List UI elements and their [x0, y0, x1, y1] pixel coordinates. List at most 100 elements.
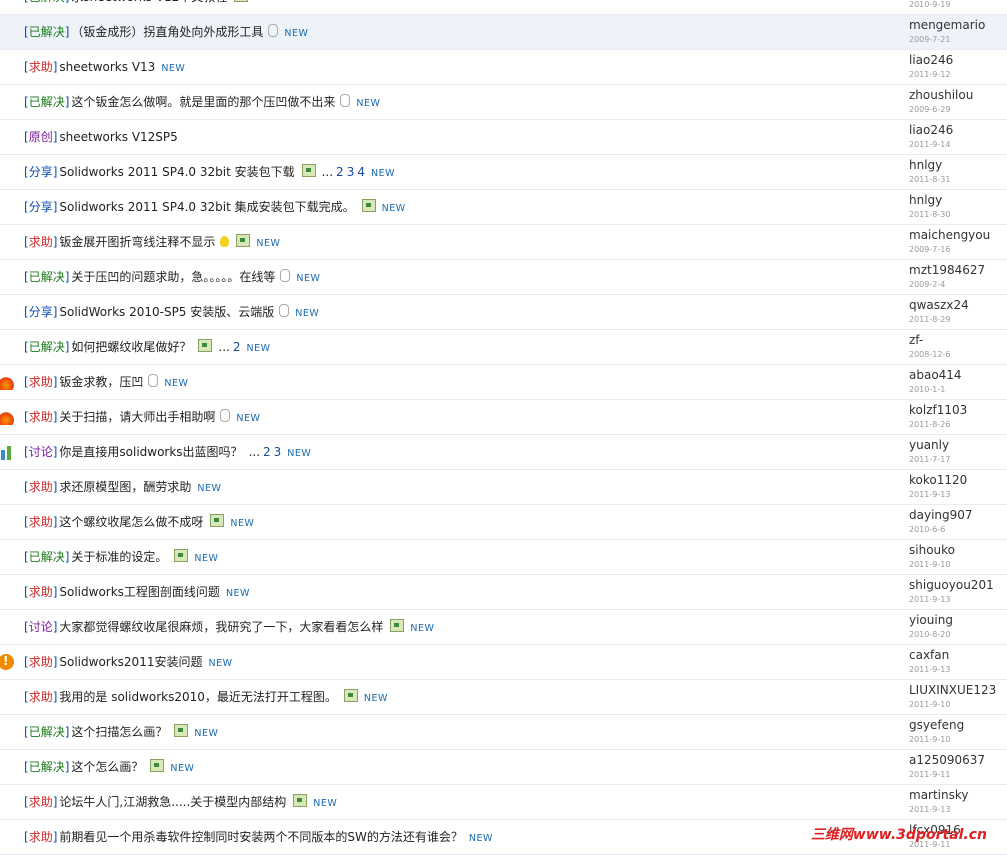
thread-title-cell: [求助] 这个螺纹收尾怎么做不成呀 NEW	[0, 505, 902, 539]
thread-subject-link[interactable]: SolidWorks 2010-SP5 安装版、云端版	[59, 305, 274, 319]
thread-type-tag[interactable]: [已解决]	[24, 0, 69, 4]
author-link[interactable]: a125090637	[909, 753, 985, 768]
author-link[interactable]: liao246	[909, 53, 953, 68]
thread-type-tag[interactable]: [讨论]	[24, 445, 57, 459]
thread-subject-link[interactable]: 这个钣金怎么做啊。就是里面的那个压凹做不出来	[71, 95, 335, 109]
thread-row: [已解决] 关于压凹的问题求助，急。。。。。在线等 NEW mzt1984627 200…	[0, 260, 1007, 295]
thread-type-tag[interactable]: [已解决]	[24, 760, 69, 774]
author-link[interactable]: caxfan	[909, 648, 949, 663]
thread-row: [已解决] 如何把螺纹收尾做好？ ... 2 NEW zf- 2008-12-6	[0, 330, 1007, 365]
page-link[interactable]: 2	[263, 445, 271, 459]
author-link[interactable]: liao246	[909, 123, 953, 138]
author-link[interactable]: koko1120	[909, 473, 967, 488]
thread-type-tag[interactable]: [已解决]	[24, 725, 69, 739]
author-link[interactable]: zhoushilou	[909, 88, 973, 103]
thread-subject-link[interactable]: 关于标准的设定。	[71, 550, 167, 564]
post-date: 2011-7-17	[909, 455, 951, 464]
thread-subject-link[interactable]: 求sheetworks V12中文教程	[71, 0, 227, 4]
thread-subject-link[interactable]: Solidworks工程图剖面线问题	[59, 585, 220, 599]
thread-title-cell: [已解决] 关于压凹的问题求助，急。。。。。在线等 NEW	[0, 260, 902, 294]
author-link[interactable]: mengemario	[909, 18, 985, 33]
thread-title-cell: [已解决] （钣金成形）拐直角处向外成形工具 NEW	[0, 15, 902, 49]
thread-type-tag[interactable]: [讨论]	[24, 620, 57, 634]
author-link[interactable]: gsyefeng	[909, 718, 964, 733]
thread-author-cell: shiguoyou201 2011-9-13	[902, 575, 1007, 609]
thread-row: [已解决] 这个钣金怎么做啊。就是里面的那个压凹做不出来 NEW zhoushilou…	[0, 85, 1007, 120]
page-link[interactable]: 2	[233, 340, 241, 354]
thread-subject-link[interactable]: sheetworks V13	[59, 60, 155, 74]
new-badge: NEW	[381, 203, 406, 214]
thread-subject-link[interactable]: 关于压凹的问题求助，急。。。。。在线等	[71, 270, 275, 284]
author-link[interactable]: mzt1984627	[909, 263, 985, 278]
author-link[interactable]: hnlgy	[909, 158, 942, 173]
thread-subject-link[interactable]: Solidworks2011安装问题	[59, 655, 202, 669]
author-link[interactable]: abao414	[909, 368, 962, 383]
thread-subject-link[interactable]: 求还原模型图，酬劳求助	[59, 480, 191, 494]
author-link[interactable]: yuanly	[909, 438, 949, 453]
thread-type-tag[interactable]: [已解决]	[24, 340, 69, 354]
author-link[interactable]: LIUXINXUE123	[909, 683, 996, 698]
post-date: 2008-12-6	[909, 350, 951, 359]
thread-type-tag[interactable]: [已解决]	[24, 25, 69, 39]
attachment-icon	[148, 374, 159, 387]
thread-subject-link[interactable]: 钣金求教，压凹	[59, 375, 143, 389]
thread-subject-link[interactable]: 前期看见一个用杀毒软件控制同时安装两个不同版本的SW的方法还有谁会？	[59, 830, 463, 844]
thread-type-tag[interactable]: [求助]	[24, 480, 57, 494]
page-link[interactable]: 2	[336, 165, 344, 179]
thread-type-tag[interactable]: [求助]	[24, 795, 57, 809]
thread-subject-link[interactable]: 你是直接用solidworks出蓝图吗？	[59, 445, 242, 459]
thread-subject-link[interactable]: 如何把螺纹收尾做好？	[71, 340, 191, 354]
author-link[interactable]: yiouing	[909, 613, 953, 628]
author-link[interactable]: daying907	[909, 508, 973, 523]
page-link[interactable]: 3	[347, 165, 355, 179]
thread-type-tag[interactable]: [原创]	[24, 130, 57, 144]
thread-type-tag[interactable]: [求助]	[24, 655, 57, 669]
thread-subject-link[interactable]: 我用的是 solidworks2010，最近无法打开工程图。	[59, 690, 337, 704]
thread-type-tag[interactable]: [已解决]	[24, 550, 69, 564]
post-date: 2011-9-10	[909, 700, 951, 709]
thread-subject-link[interactable]: 这个扫描怎么画？	[71, 725, 167, 739]
author-link[interactable]: qwaszx24	[909, 298, 969, 313]
page-link[interactable]: 3	[274, 445, 282, 459]
thread-subject-link[interactable]: 钣金展开图折弯线注释不显示	[59, 235, 215, 249]
author-link[interactable]: shiguoyou201	[909, 578, 994, 593]
thread-subject-link[interactable]: 论坛牛人门,江湖救急.....关于模型内部结构	[59, 795, 286, 809]
thread-type-tag[interactable]: [求助]	[24, 410, 57, 424]
thread-title-cell: [讨论] 大家都觉得螺纹收尾很麻烦，我研究了一下，大家看看怎么样 NEW	[0, 610, 902, 644]
author-link[interactable]: kolzf1103	[909, 403, 967, 418]
thread-subject-link[interactable]: 关于扫描，请大师出手相助啊	[59, 410, 215, 424]
thread-type-tag[interactable]: [求助]	[24, 585, 57, 599]
new-badge: NEW	[164, 378, 189, 389]
thread-type-tag[interactable]: [求助]	[24, 235, 57, 249]
page-link[interactable]: 4	[357, 165, 365, 179]
author-link[interactable]: maichengyou	[909, 228, 990, 243]
thread-type-tag[interactable]: [求助]	[24, 515, 57, 529]
thread-subject-link[interactable]: Solidworks 2011 SP4.0 32bit 集成安装包下载完成。	[59, 200, 354, 214]
thread-type-tag[interactable]: [分享]	[24, 200, 57, 214]
thread-author-cell: koko1120 2011-9-13	[902, 470, 1007, 504]
thread-subject-link[interactable]: 这个怎么画？	[71, 760, 143, 774]
thread-type-tag[interactable]: [求助]	[24, 375, 57, 389]
thread-type-tag[interactable]: [求助]	[24, 690, 57, 704]
thread-pagination: ... 2 3 4	[321, 165, 365, 179]
thread-author-cell: liao246 2011-9-14	[902, 120, 1007, 154]
author-link[interactable]: hnlgy	[909, 193, 942, 208]
author-link[interactable]: zf-	[909, 333, 923, 348]
thread-subject-link[interactable]: sheetworks V12SP5	[59, 130, 177, 144]
thread-subject-link[interactable]: 这个螺纹收尾怎么做不成呀	[59, 515, 203, 529]
author-link[interactable]: martinsky	[909, 788, 969, 803]
thread-type-tag[interactable]: [已解决]	[24, 270, 69, 284]
thread-type-tag[interactable]: [求助]	[24, 60, 57, 74]
thread-author-cell: hnlgy 2011-8-30	[902, 190, 1007, 224]
author-link[interactable]: sihouko	[909, 543, 955, 558]
thread-subject-link[interactable]: 大家都觉得螺纹收尾很麻烦，我研究了一下，大家看看怎么样	[59, 620, 383, 634]
thread-title-cell: [分享] SolidWorks 2010-SP5 安装版、云端版 NEW	[0, 295, 902, 329]
thread-type-tag[interactable]: [求助]	[24, 830, 57, 844]
thread-type-tag[interactable]: [已解决]	[24, 95, 69, 109]
attachment-icon	[268, 24, 279, 37]
thread-subject-link[interactable]: Solidworks 2011 SP4.0 32bit 安装包下载	[59, 165, 294, 179]
thread-type-tag[interactable]: [分享]	[24, 305, 57, 319]
attachment-icon	[340, 94, 351, 107]
thread-type-tag[interactable]: [分享]	[24, 165, 57, 179]
thread-subject-link[interactable]: （钣金成形）拐直角处向外成形工具	[71, 25, 263, 39]
